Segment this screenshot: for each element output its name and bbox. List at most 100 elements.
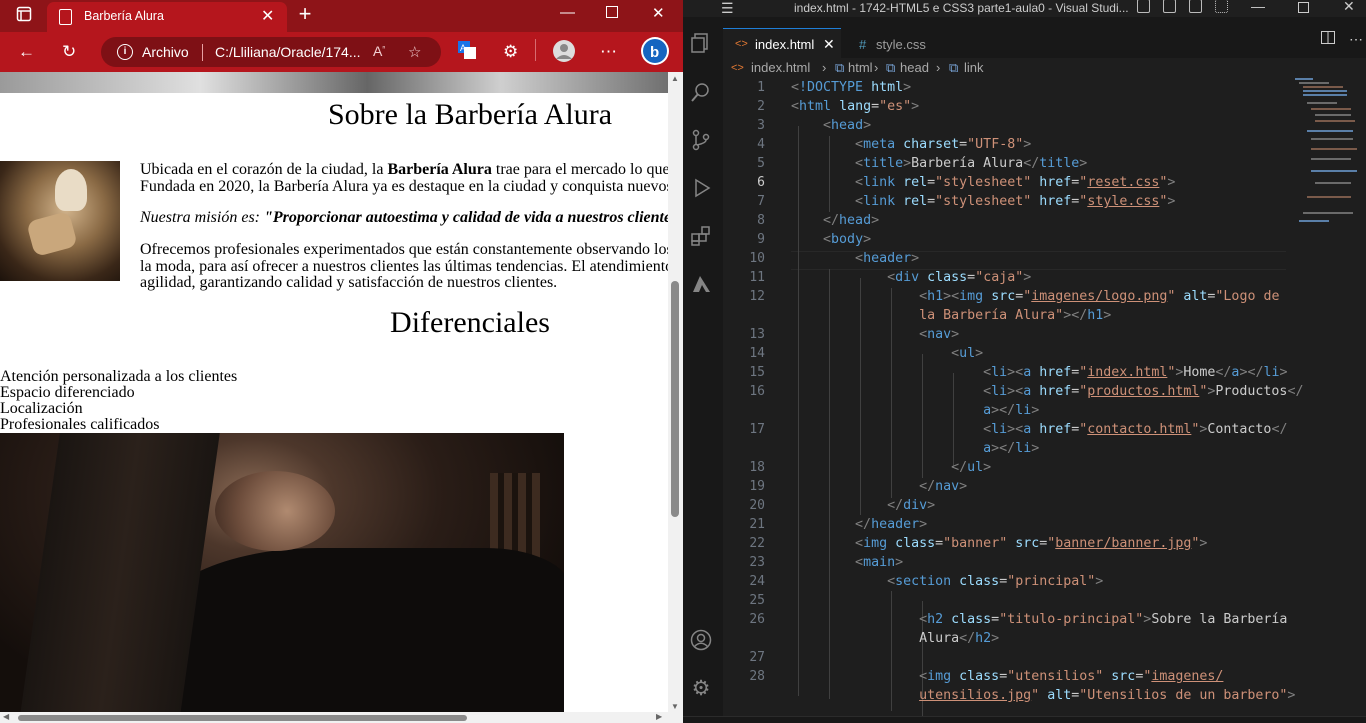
scroll-up-icon[interactable]: ▲ (671, 74, 679, 83)
horizontal-scrollbar[interactable]: ◀ ▶ (0, 712, 683, 723)
line-number: 24 (749, 574, 765, 589)
source-control-icon[interactable] (689, 129, 713, 153)
minimap-line (1307, 102, 1337, 104)
list-item: Localización (0, 400, 83, 417)
vscode-minimize-icon[interactable]: — (1251, 0, 1265, 14)
extensions-icon[interactable]: ⚙ (503, 42, 518, 62)
line-number: 18 (749, 460, 765, 475)
new-tab-icon[interactable]: + (295, 3, 315, 25)
code-line: <li><a href="contacto.html">Contacto</ (983, 422, 1288, 437)
refresh-icon[interactable]: ↻ (62, 42, 76, 62)
accounts-icon[interactable] (689, 629, 713, 653)
paragraph-ubicacion-line1: Ubicada en el corazón de la ciudad, la B… (140, 161, 668, 178)
banner-image (0, 72, 668, 93)
close-tab-icon[interactable]: ✕ (823, 33, 835, 56)
line-number: 5 (757, 156, 765, 171)
paragraph-mision: Nuestra misión es: "Proporcionar autoest… (140, 209, 668, 226)
line-number: 27 (749, 650, 765, 665)
profile-avatar-icon[interactable] (552, 39, 576, 68)
split-editor-icon[interactable] (1321, 31, 1335, 47)
translate-icon[interactable]: A (458, 41, 476, 64)
breadcrumb-item[interactable]: index.html (751, 60, 810, 75)
code-editor[interactable]: 1 2 3 4 5 6 7 8 9 10 11 12 13 14 15 16 1… (723, 78, 1303, 718)
page-icon (59, 9, 72, 25)
brush-shape (55, 169, 87, 211)
line-number: 21 (749, 517, 765, 532)
minimize-icon[interactable]: — (560, 4, 575, 21)
code-line: <main> (855, 555, 904, 570)
run-debug-icon[interactable] (689, 177, 713, 201)
breadcrumb-item[interactable]: link (964, 60, 984, 75)
minimap-line (1311, 148, 1357, 150)
menu-icon[interactable]: ☰ (721, 0, 734, 17)
more-actions-icon[interactable]: ⋯ (1349, 31, 1363, 48)
browser-tab-bar: Barbería Alura ✕ + — ✕ (0, 0, 683, 32)
bing-chat-icon[interactable]: b (640, 36, 670, 71)
code-line: <section class="principal"> (887, 574, 1104, 589)
line-number: 26 (749, 612, 765, 627)
paragraph-ofrecemos-line3: agilidad, garantizando calidad y satisfa… (140, 274, 558, 291)
azure-icon[interactable] (689, 273, 713, 297)
svg-text:b: b (650, 44, 659, 61)
minimap-line (1303, 212, 1353, 214)
line-number: 8 (757, 213, 765, 228)
code-line: <h2 class="titulo-principal">Sobre la Ba… (919, 612, 1288, 627)
list-item: Profesionales calificados (0, 416, 160, 433)
settings-gear-icon[interactable]: ⚙ (689, 677, 713, 701)
browser-tab[interactable]: Barbería Alura ✕ (47, 2, 287, 32)
text-span: Ubicada en el corazón de la ciudad, la (140, 161, 388, 178)
vscode-maximize-icon[interactable] (1298, 0, 1309, 16)
titulo-sobre: Sobre la Barbería Alura (327, 98, 613, 131)
breadcrumb-item[interactable]: head (900, 60, 929, 75)
code-line: <html lang="es"> (791, 99, 920, 114)
css-file-icon: # (859, 37, 867, 52)
tab-style-css[interactable]: # style.css (841, 28, 941, 61)
back-icon[interactable]: ← (18, 42, 35, 62)
toggle-panel-icon[interactable] (1163, 0, 1176, 13)
breadcrumb-item[interactable]: html (848, 60, 873, 75)
minimap-line (1303, 86, 1343, 88)
toggle-sidebar-icon[interactable] (1137, 0, 1150, 13)
scroll-down-icon[interactable]: ▼ (671, 702, 679, 711)
info-icon[interactable]: i (117, 44, 133, 60)
editor-tabs: <> index.html ✕ # style.css ⋯ (723, 17, 1366, 61)
utensilios-image (0, 161, 120, 281)
toolbar-divider (535, 39, 536, 61)
line-number: 12 (749, 289, 765, 304)
barber-photo (0, 433, 564, 715)
code-line: Alura</h2> (791, 631, 1000, 646)
extensions-icon[interactable] (689, 225, 713, 249)
maximize-icon[interactable] (606, 5, 618, 22)
line-number: 15 (749, 365, 765, 380)
close-tab-icon[interactable]: ✕ (261, 6, 274, 26)
tab-index-html[interactable]: <> index.html ✕ (723, 28, 841, 61)
scroll-right-icon[interactable]: ▶ (656, 712, 662, 721)
minimap[interactable] (1293, 78, 1363, 238)
minimap-line (1315, 120, 1355, 122)
line-number: 13 (749, 327, 765, 342)
more-options-icon[interactable]: ⋯ (600, 42, 617, 62)
search-icon[interactable] (689, 81, 713, 105)
chevron-right-icon: › (874, 60, 879, 75)
code-line: <li><a href="index.html">Home</a></li> (983, 365, 1288, 380)
strong-barberia: Barbería Alura (387, 161, 492, 178)
minimap-line (1299, 82, 1329, 84)
hscrollbar-thumb[interactable] (18, 715, 467, 721)
code-line: <ul> (951, 346, 984, 361)
vertical-scrollbar[interactable]: ▲ ▼ (668, 72, 683, 715)
read-aloud-icon[interactable]: Aⁿ (373, 43, 385, 59)
address-bar[interactable]: i Archivo C:/Lliliana/Oracle/174... Aⁿ ☆ (101, 37, 441, 67)
minimap-line (1311, 108, 1351, 110)
scrollbar-thumb[interactable] (671, 281, 679, 517)
customize-layout-icon[interactable] (1215, 0, 1228, 13)
html-file-icon: <> (731, 62, 744, 74)
favorite-add-icon[interactable]: ☆ (408, 43, 421, 61)
tab-actions-icon[interactable] (14, 6, 34, 26)
diferenciales-list: Atención personalizada a los clientes Es… (0, 369, 237, 433)
toggle-secondary-sidebar-icon[interactable] (1189, 0, 1202, 13)
explorer-icon[interactable] (689, 32, 713, 56)
vscode-close-icon[interactable]: ✕ (1343, 0, 1355, 15)
minimap-line (1303, 94, 1347, 96)
scroll-left-icon[interactable]: ◀ (3, 712, 9, 721)
close-window-icon[interactable]: ✕ (652, 4, 665, 22)
